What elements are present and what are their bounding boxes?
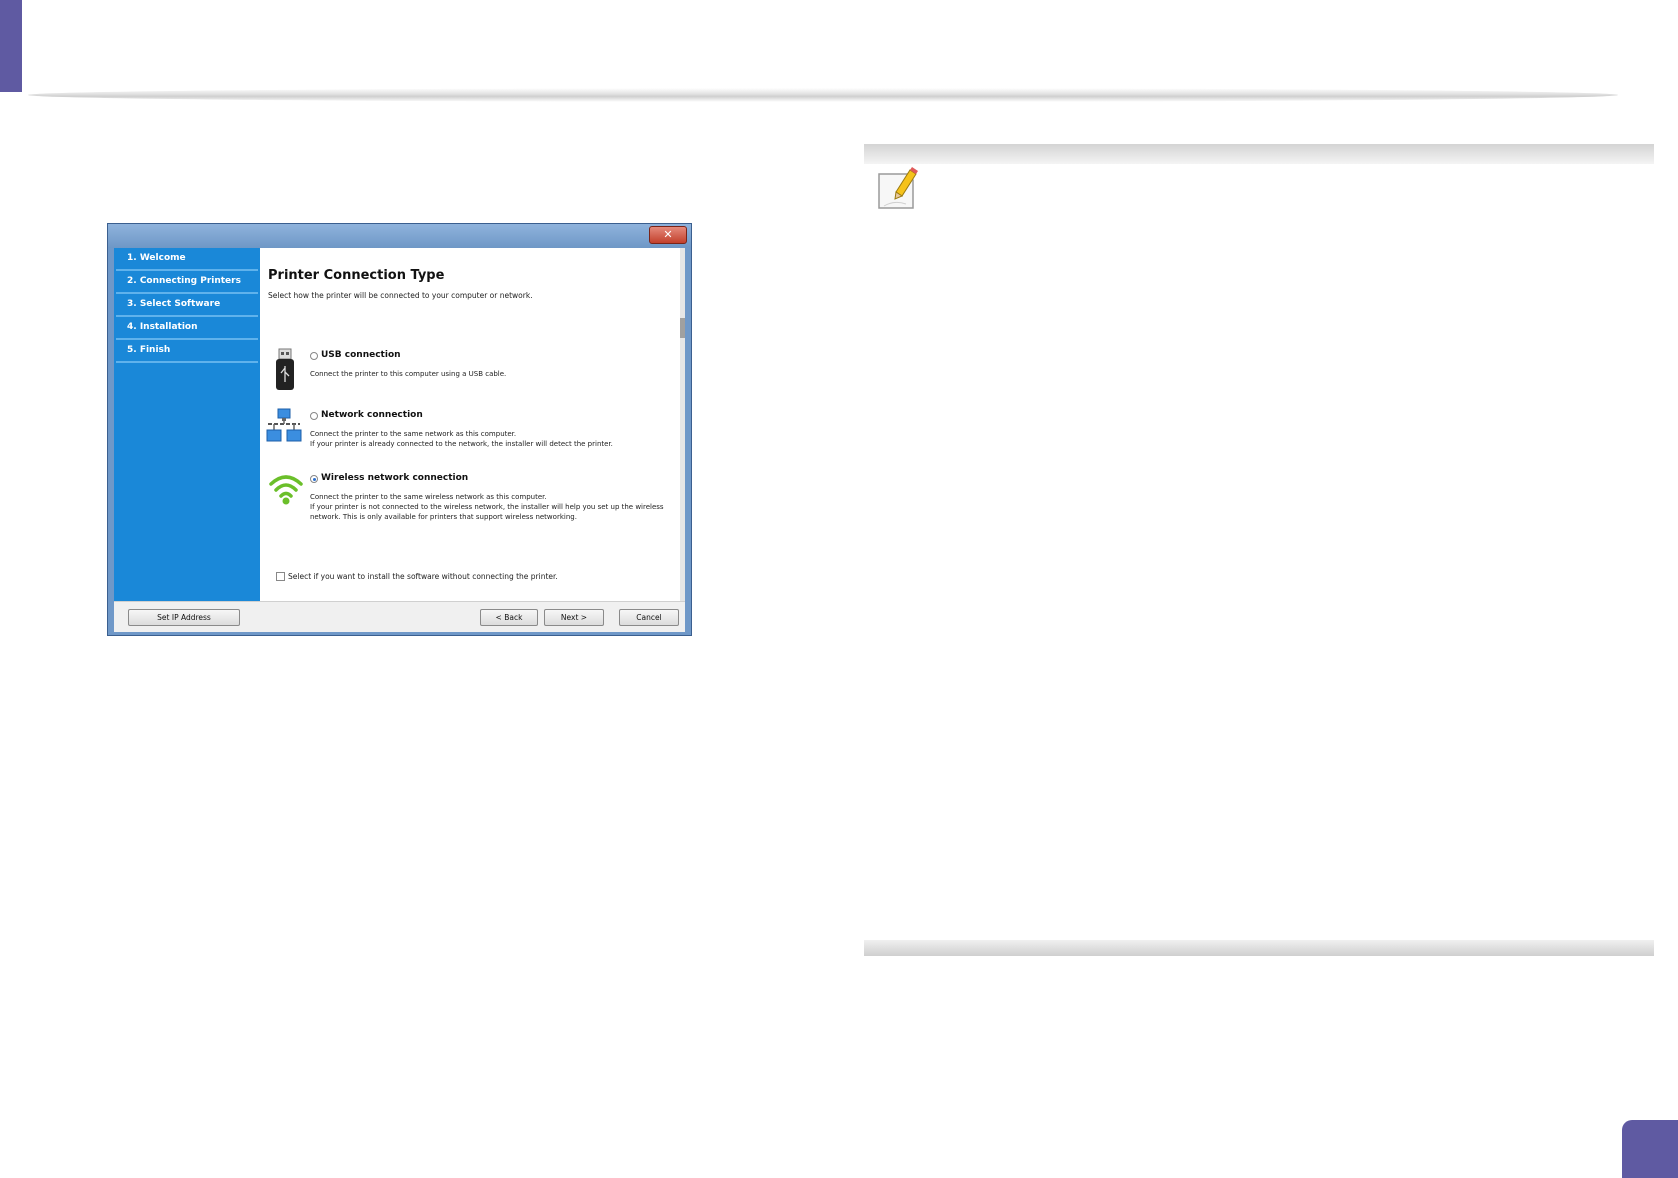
chapter-tab-marker bbox=[0, 0, 22, 92]
note-box-top-rule bbox=[864, 144, 1654, 164]
skip-connection-label: Select if you want to install the softwa… bbox=[288, 572, 558, 581]
step-connecting-printers: 2. Connecting Printers bbox=[116, 271, 258, 294]
page-subtitle: Select how the printer will be connected… bbox=[268, 291, 533, 300]
next-button[interactable]: Next > bbox=[544, 609, 604, 626]
step-installation: 4. Installation bbox=[116, 317, 258, 340]
radio-usb[interactable] bbox=[310, 352, 318, 360]
option-usb-label: USB connection bbox=[321, 350, 401, 360]
dialog-footer: Set IP Address < Back Next > Cancel bbox=[114, 601, 685, 632]
scrollbar[interactable] bbox=[680, 248, 685, 601]
page-title: Printer Connection Type bbox=[268, 268, 445, 283]
scrollbar-thumb[interactable] bbox=[680, 318, 685, 338]
option-usb-description: Connect the printer to this computer usi… bbox=[310, 370, 507, 378]
wifi-icon bbox=[269, 475, 303, 505]
dialog-body: 1. Welcome 2. Connecting Printers 3. Sel… bbox=[114, 248, 685, 632]
page-number-badge bbox=[1622, 1120, 1678, 1178]
set-ip-address-button[interactable]: Set IP Address bbox=[128, 609, 240, 626]
radio-wireless[interactable] bbox=[310, 475, 318, 483]
installer-dialog: ✕ 1. Welcome 2. Connecting Printers 3. S… bbox=[107, 223, 692, 636]
option-network-description: Connect the printer to the same network … bbox=[310, 430, 613, 448]
cancel-button[interactable]: Cancel bbox=[619, 609, 679, 626]
step-finish: 5. Finish bbox=[116, 340, 258, 363]
back-button[interactable]: < Back bbox=[480, 609, 538, 626]
step-welcome: 1. Welcome bbox=[116, 248, 258, 271]
note-pencil-icon bbox=[878, 167, 918, 209]
skip-connection-checkbox[interactable] bbox=[276, 572, 285, 581]
usb-icon bbox=[276, 348, 294, 390]
option-network-label: Network connection bbox=[321, 410, 423, 420]
network-icon bbox=[266, 408, 302, 442]
radio-network[interactable] bbox=[310, 412, 318, 420]
option-wireless-label: Wireless network connection bbox=[321, 473, 469, 483]
dialog-content: Printer Connection Type Select how the p… bbox=[260, 248, 685, 601]
note-box-bottom-rule bbox=[864, 940, 1654, 956]
option-wireless-description: Connect the printer to the same wireless… bbox=[310, 493, 664, 521]
close-icon[interactable]: ✕ bbox=[649, 226, 687, 244]
dialog-titlebar: ✕ bbox=[108, 224, 691, 248]
step-select-software: 3. Select Software bbox=[116, 294, 258, 317]
steps-panel: 1. Welcome 2. Connecting Printers 3. Sel… bbox=[114, 248, 260, 601]
header-divider bbox=[28, 88, 1618, 102]
